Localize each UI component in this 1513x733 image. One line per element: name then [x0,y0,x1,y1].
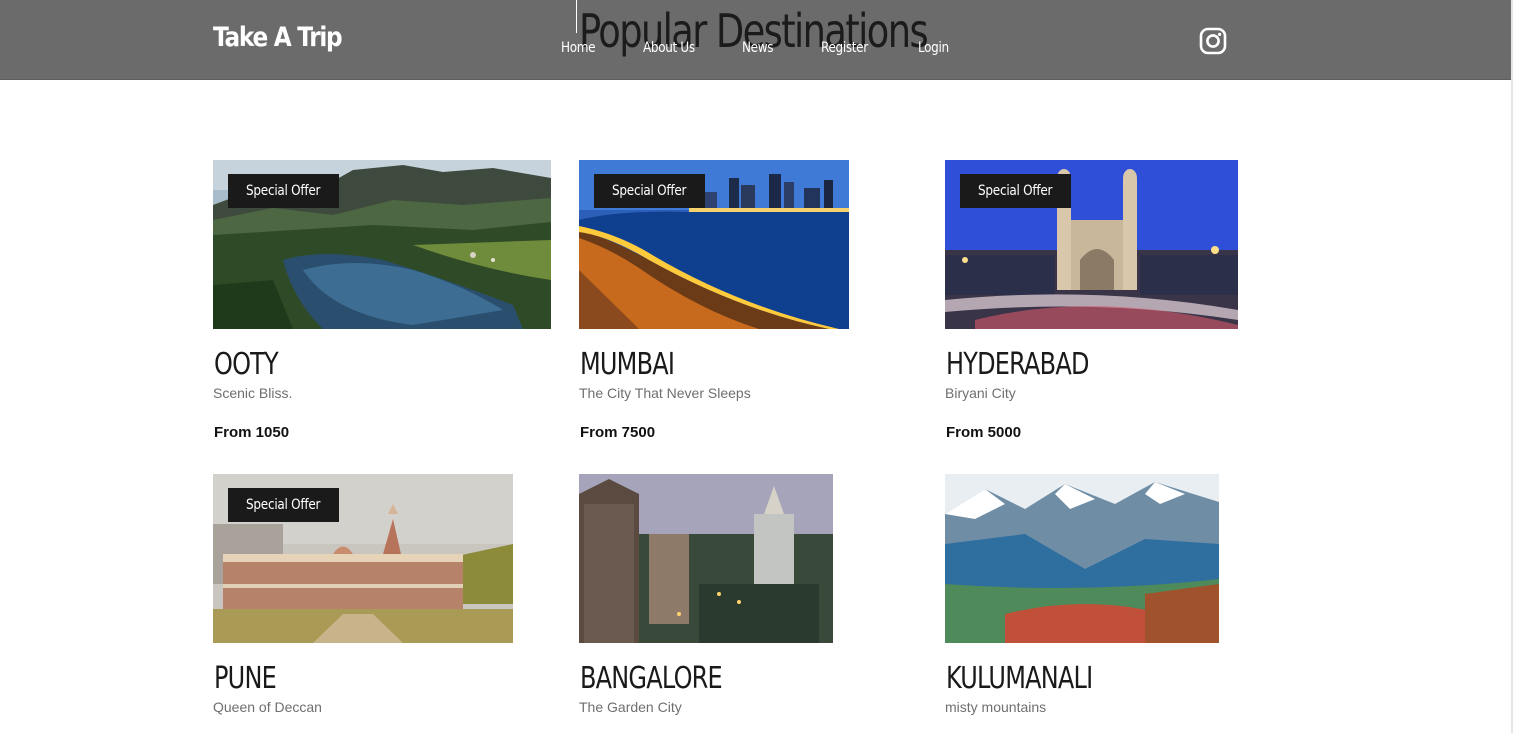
nav-about-us[interactable]: About Us [643,40,695,56]
destination-name[interactable]: KULUMANALI [946,661,1093,696]
destination-name[interactable]: BANGALORE [580,661,723,696]
nav-login[interactable]: Login [918,40,949,56]
nav-news[interactable]: News [742,40,774,56]
destination-price: From 5000 [946,424,1022,441]
text-cursor [576,0,577,33]
destination-tagline: misty mountains [945,699,1047,715]
destination-price: From 1050 [214,424,290,441]
destination-name[interactable]: PUNE [214,661,277,696]
nav-home[interactable]: Home [561,40,596,56]
hyderabad-photo[interactable]: Special Offer [945,160,1238,329]
ooty-photo[interactable]: Special Offer [213,160,551,329]
destination-tagline: The Garden City [579,699,682,715]
brand-logo[interactable]: Take A Trip [213,22,343,53]
pune-photo[interactable]: Special Offer [213,474,513,643]
kulumanali-photo[interactable] [945,474,1219,643]
nav-register[interactable]: Register [821,40,868,56]
destination-price: From 7500 [580,424,656,441]
site-header: Take A Trip Popular Destinations Home Ab… [0,0,1511,80]
special-offer-badge: Special Offer [228,174,339,208]
special-offer-badge: Special Offer [960,174,1071,208]
mumbai-photo[interactable]: Special Offer [579,160,849,329]
destination-tagline: Scenic Bliss. [213,385,293,401]
destination-tagline: The City That Never Sleeps [579,385,751,401]
special-offer-badge: Special Offer [594,174,705,208]
instagram-icon[interactable] [1199,27,1227,55]
destination-tagline: Biryani City [945,385,1016,401]
special-offer-badge: Special Offer [228,488,339,522]
destination-name[interactable]: MUMBAI [580,347,675,382]
bangalore-photo[interactable] [579,474,833,643]
destination-name[interactable]: HYDERABAD [946,347,1089,382]
destination-name[interactable]: OOTY [214,347,279,382]
destination-tagline: Queen of Deccan [213,699,322,715]
